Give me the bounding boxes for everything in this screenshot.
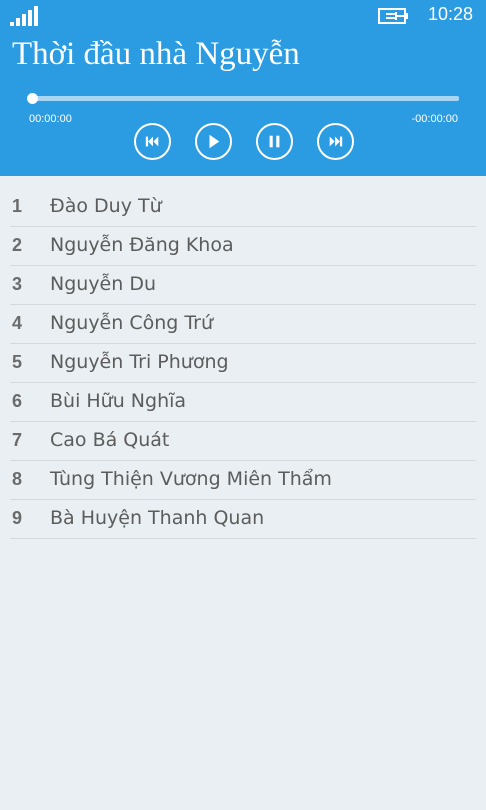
track-row[interactable]: 6 Bùi Hữu Nghĩa <box>10 383 476 422</box>
track-title: Tùng Thiện Vương Miên Thẩm <box>50 468 332 490</box>
track-row[interactable]: 1 Đào Duy Từ <box>10 188 476 227</box>
page-title: Thời đầu nhà Nguyễn <box>12 36 300 72</box>
track-title: Nguyễn Tri Phương <box>50 351 229 373</box>
status-bar: 10:28 <box>0 0 486 32</box>
skip-next-icon <box>329 136 343 147</box>
signal-icon <box>10 6 42 26</box>
status-clock: 10:28 <box>428 4 474 24</box>
play-button[interactable] <box>195 123 232 160</box>
play-icon <box>209 134 220 149</box>
elapsed-time: 00:00:00 <box>29 113 72 125</box>
track-number: 5 <box>12 352 23 372</box>
battery-charging-icon <box>378 6 412 26</box>
track-row[interactable]: 8 Tùng Thiện Vương Miên Thẩm <box>10 461 476 500</box>
track-row[interactable]: 7 Cao Bá Quát <box>10 422 476 461</box>
track-title: Nguyễn Du <box>50 273 157 295</box>
track-row[interactable]: 9 Bà Huyện Thanh Quan <box>10 500 476 539</box>
track-row[interactable]: 3 Nguyễn Du <box>10 266 476 305</box>
track-number: 3 <box>12 274 23 294</box>
track-list: 1 Đào Duy Từ 2 Nguyễn Đăng Khoa 3 Nguyễn… <box>10 188 476 539</box>
track-title: Nguyễn Công Trứ <box>50 312 214 334</box>
track-number: 1 <box>12 196 23 216</box>
next-button[interactable] <box>317 123 354 160</box>
track-row[interactable]: 4 Nguyễn Công Trứ <box>10 305 476 344</box>
track-number: 4 <box>12 313 23 333</box>
track-title: Nguyễn Đăng Khoa <box>50 234 234 256</box>
remaining-time: -00:00:00 <box>411 113 458 125</box>
seek-bar[interactable] <box>33 96 459 101</box>
previous-button[interactable] <box>134 123 171 160</box>
pause-icon <box>269 135 280 148</box>
pause-button[interactable] <box>256 123 293 160</box>
seek-thumb[interactable] <box>27 93 38 104</box>
track-number: 6 <box>12 391 23 411</box>
track-title: Bùi Hữu Nghĩa <box>50 390 187 412</box>
track-row[interactable]: 5 Nguyễn Tri Phương <box>10 344 476 383</box>
track-title: Cao Bá Quát <box>50 429 170 451</box>
track-number: 8 <box>12 469 23 489</box>
track-number: 9 <box>12 508 23 528</box>
track-title: Đào Duy Từ <box>50 195 162 217</box>
track-row[interactable]: 2 Nguyễn Đăng Khoa <box>10 227 476 266</box>
skip-previous-icon <box>145 136 159 147</box>
track-number: 7 <box>12 430 23 450</box>
track-number: 2 <box>12 235 23 255</box>
player-header: 10:28 Thời đầu nhà Nguyễn 00:00:00 -00:0… <box>0 0 486 176</box>
track-title: Bà Huyện Thanh Quan <box>50 507 265 529</box>
